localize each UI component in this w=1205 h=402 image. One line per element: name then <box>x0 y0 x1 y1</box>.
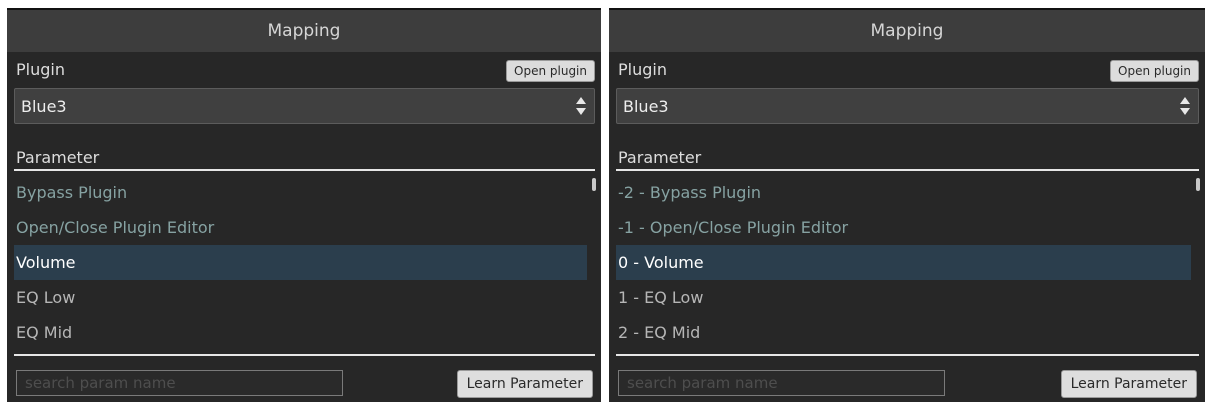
mapping-panel-right: Mapping Plugin Open plugin Blue3 Paramet… <box>609 8 1205 402</box>
list-item[interactable]: 2 - EQ Mid <box>616 315 1191 350</box>
list-item[interactable]: Bypass Plugin <box>14 175 587 210</box>
screen: Mapping Plugin Open plugin Blue3 Paramet… <box>0 0 1205 402</box>
divider <box>14 169 595 171</box>
list-item[interactable]: 1 - EQ Low <box>616 280 1191 315</box>
updown-chevron-icon <box>576 97 586 115</box>
plugin-label: Plugin <box>618 60 667 79</box>
list-item[interactable]: -1 - Open/Close Plugin Editor <box>616 210 1191 245</box>
list-item[interactable]: EQ Mid <box>14 315 587 350</box>
parameter-list: Bypass Plugin Open/Close Plugin Editor V… <box>14 175 587 351</box>
open-plugin-button[interactable]: Open plugin <box>1110 60 1199 82</box>
divider <box>616 169 1199 171</box>
scrollbar-thumb[interactable] <box>592 178 596 191</box>
plugin-select[interactable]: Blue3 <box>14 88 595 124</box>
list-item[interactable]: Open/Close Plugin Editor <box>14 210 587 245</box>
plugin-select-value: Blue3 <box>21 96 67 116</box>
scrollbar[interactable] <box>591 176 597 346</box>
plugin-label: Plugin <box>16 60 65 79</box>
panel-title: Mapping <box>7 10 601 52</box>
parameter-list: -2 - Bypass Plugin -1 - Open/Close Plugi… <box>616 175 1191 351</box>
scrollbar[interactable] <box>1195 176 1201 346</box>
learn-parameter-button[interactable]: Learn Parameter <box>456 370 593 398</box>
list-item[interactable]: -2 - Bypass Plugin <box>616 175 1191 210</box>
open-plugin-button[interactable]: Open plugin <box>506 60 595 82</box>
updown-chevron-icon <box>1180 97 1190 115</box>
parameter-header: Parameter <box>16 148 100 167</box>
search-input[interactable] <box>618 370 945 396</box>
list-item[interactable]: EQ Low <box>14 280 587 315</box>
mapping-panel-left: Mapping Plugin Open plugin Blue3 Paramet… <box>7 8 601 402</box>
panel-title: Mapping <box>609 10 1205 52</box>
divider <box>616 354 1199 356</box>
parameter-header: Parameter <box>618 148 702 167</box>
learn-parameter-button[interactable]: Learn Parameter <box>1060 370 1197 398</box>
plugin-select-value: Blue3 <box>623 96 669 116</box>
panel-gap <box>601 0 609 402</box>
list-item-selected[interactable]: 0 - Volume <box>616 245 1191 280</box>
search-input[interactable] <box>16 370 343 396</box>
scrollbar-thumb[interactable] <box>1196 178 1200 191</box>
plugin-select[interactable]: Blue3 <box>616 88 1199 124</box>
divider <box>14 354 595 356</box>
list-item-selected[interactable]: Volume <box>14 245 587 280</box>
